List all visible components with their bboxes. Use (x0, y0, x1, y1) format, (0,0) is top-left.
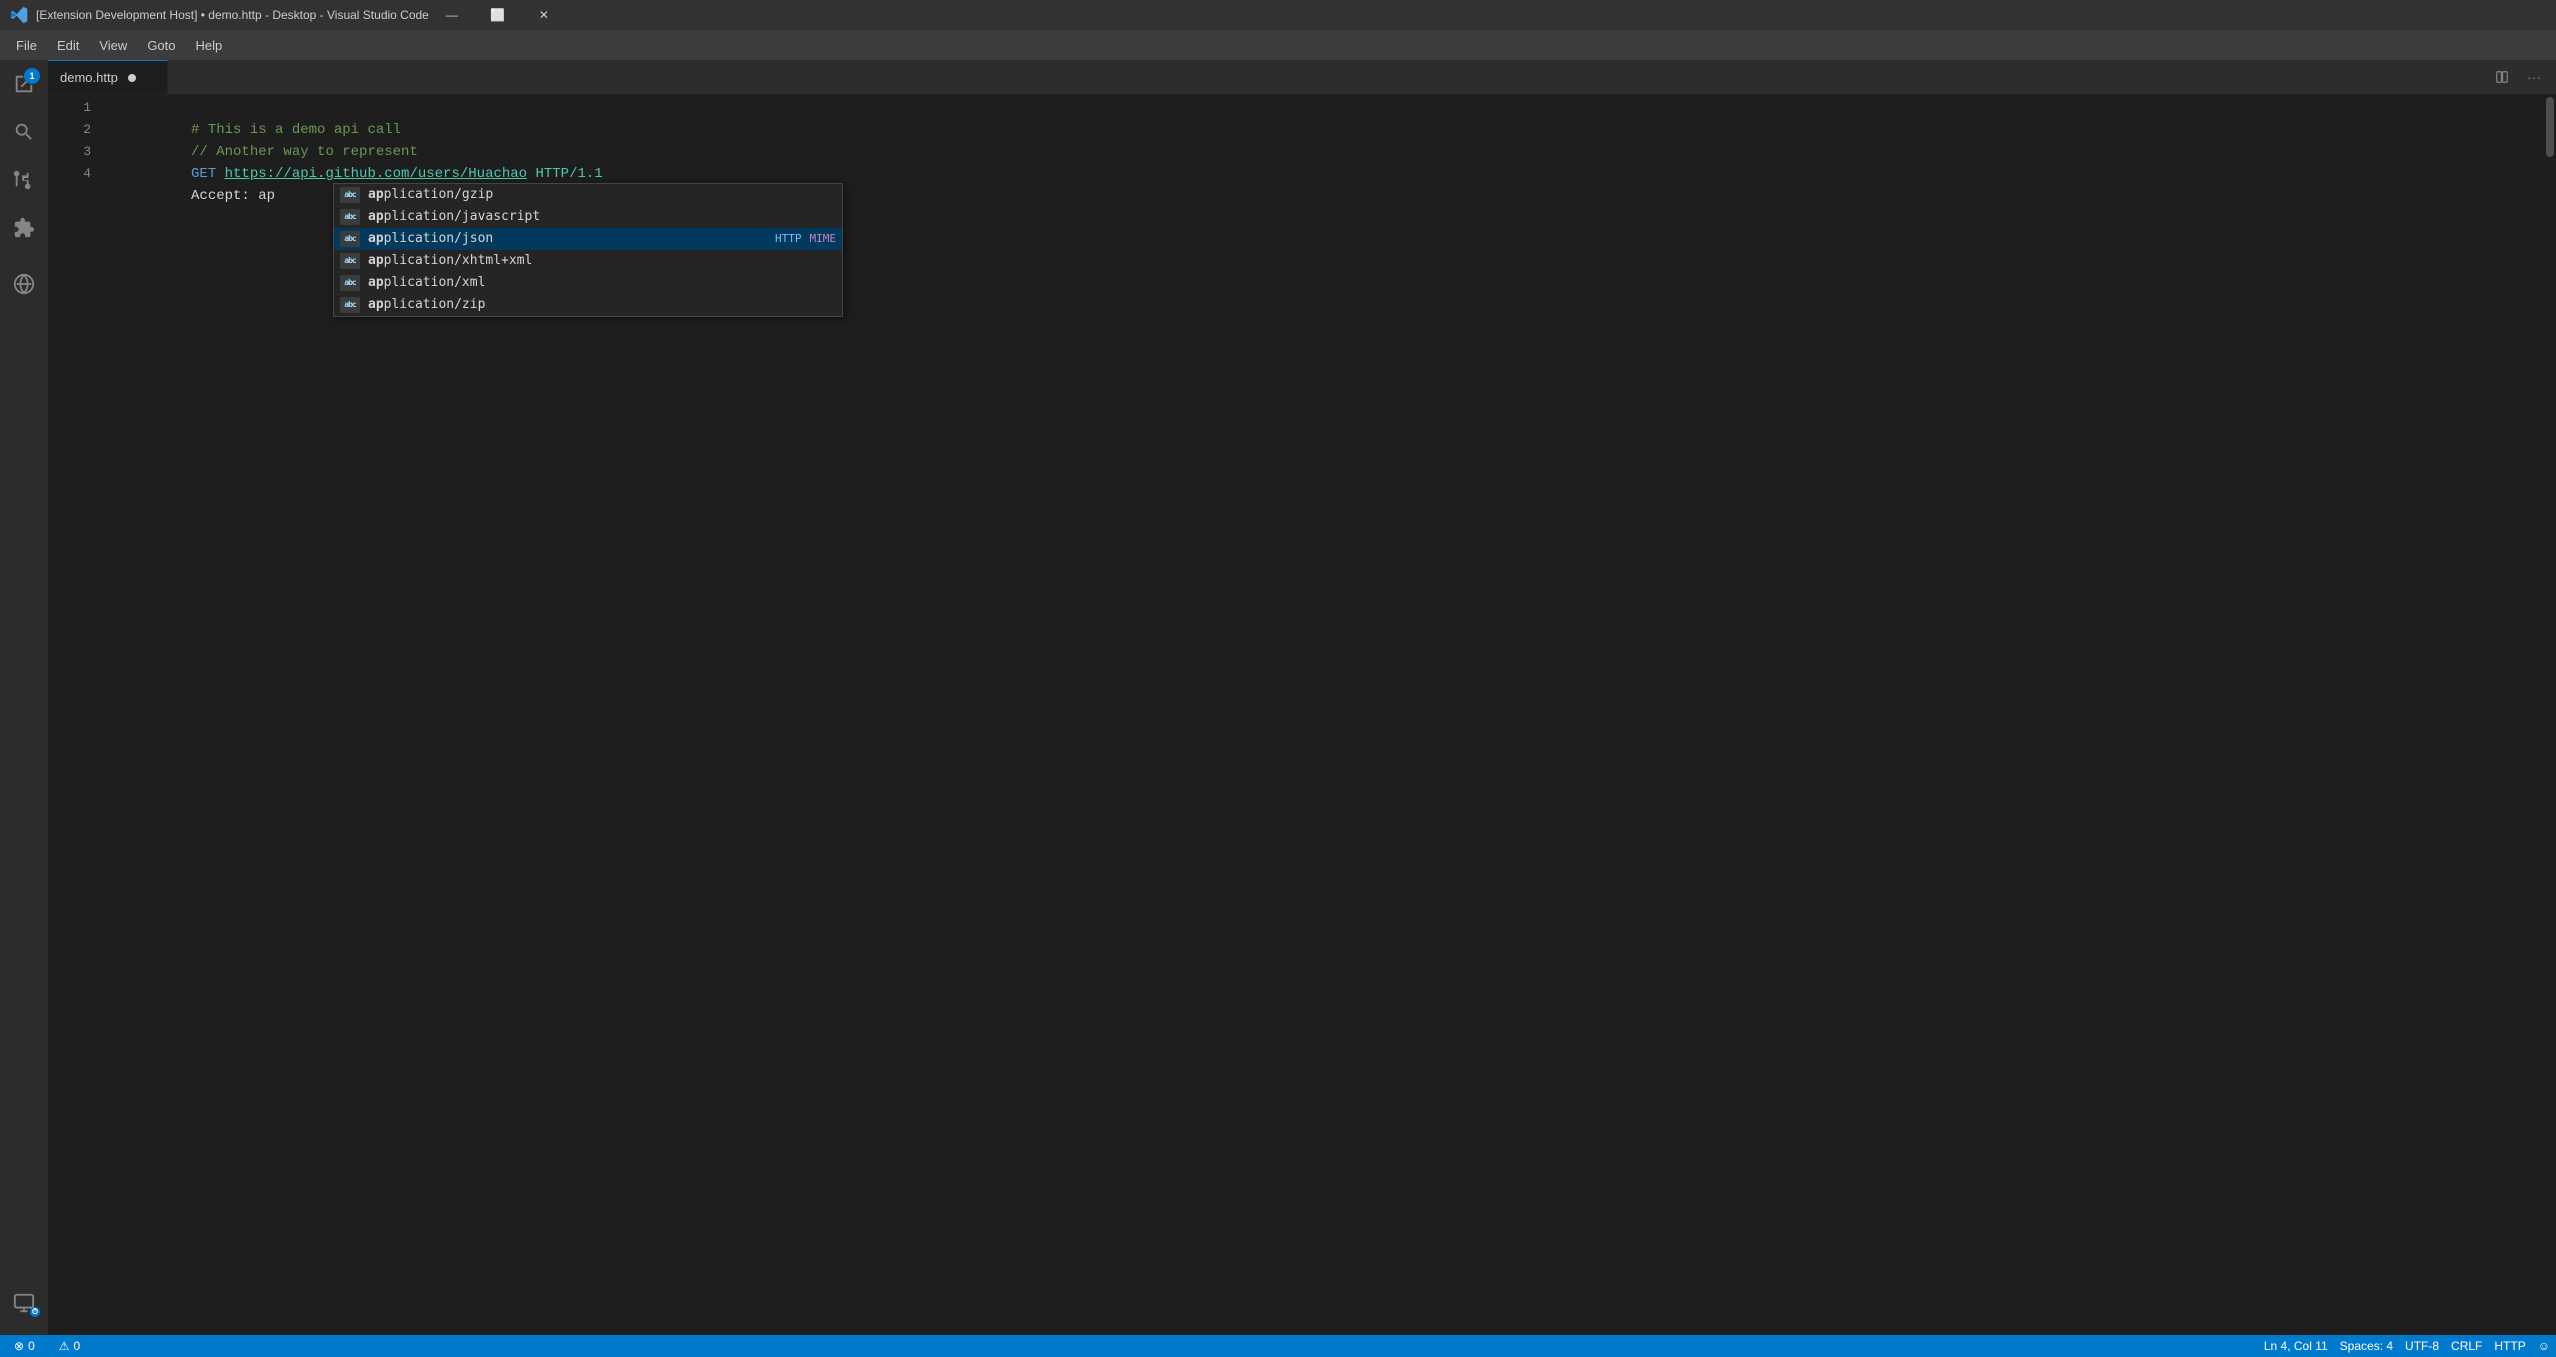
autocomplete-icon-2: abc (340, 231, 360, 247)
activity-search[interactable] (0, 108, 48, 156)
scrollbar-thumb[interactable] (2546, 97, 2554, 157)
line-number-4: 4 (48, 163, 91, 185)
encoding-text: UTF-8 (2405, 1339, 2439, 1353)
autocomplete-item-2[interactable]: abc application/json HTTP MIME (334, 228, 842, 250)
spaces-text: Spaces: 4 (2340, 1339, 2393, 1353)
tab-demo-http[interactable]: demo.http (48, 60, 168, 94)
autocomplete-type-http: HTTP (775, 228, 802, 250)
code-line-2: // Another way to represent (103, 119, 2544, 141)
minimize-button[interactable]: — (429, 0, 475, 30)
warnings-icon: ⚠ (59, 1339, 70, 1353)
activity-bar: 1 (0, 60, 48, 1335)
match-1: ap (368, 209, 384, 224)
code-line-1: # This is a demo api call (103, 97, 2544, 119)
line-number-1: 1 (48, 97, 91, 119)
menu-view[interactable]: View (89, 30, 137, 60)
status-language[interactable]: HTTP (2488, 1335, 2531, 1357)
tab-actions: ··· (2488, 60, 2556, 94)
autocomplete-dropdown: abc application/gzip abc application/jav… (333, 183, 843, 317)
autocomplete-text-3: application/xhtml+xml (368, 250, 836, 272)
line-number-3: 3 (48, 141, 91, 163)
line2-comment: // Another way to represent (191, 144, 418, 160)
autocomplete-text-2: application/json (368, 228, 767, 250)
more-actions-button[interactable]: ··· (2520, 63, 2548, 91)
tab-bar: demo.http ··· (48, 60, 2556, 95)
status-eol[interactable]: CRLF (2445, 1335, 2488, 1357)
autocomplete-text-4: application/xml (368, 272, 836, 294)
line-numbers: 1 2 3 4 (48, 95, 103, 1335)
editor-area: demo.http ··· 1 2 3 4 (48, 60, 2556, 1335)
line3-version: HTTP/1.1 (527, 166, 603, 182)
status-warnings[interactable]: ⚠ 0 (53, 1335, 86, 1357)
status-right: Ln 4, Col 11 Spaces: 4 UTF-8 CRLF HTTP ☺ (2258, 1335, 2556, 1357)
autocomplete-text-0: application/gzip (368, 184, 836, 206)
status-left: ⊗ 0 ⚠ 0 (0, 1335, 86, 1357)
autocomplete-text-1: application/javascript (368, 206, 836, 228)
line-number-2: 2 (48, 119, 91, 141)
activity-remote-explorer[interactable]: ⏱ (0, 1279, 48, 1327)
errors-count: 0 (28, 1339, 35, 1353)
menu-goto[interactable]: Goto (137, 30, 185, 60)
autocomplete-icon-5: abc (340, 297, 360, 313)
autocomplete-item-0[interactable]: abc application/gzip (334, 184, 842, 206)
status-bar: ⊗ 0 ⚠ 0 Ln 4, Col 11 Spaces: 4 UTF-8 CRL… (0, 1335, 2556, 1357)
status-encoding[interactable]: UTF-8 (2399, 1335, 2445, 1357)
code-line-3: GET https://api.github.com/users/Huachao… (103, 141, 2544, 163)
autocomplete-icon-3: abc (340, 253, 360, 269)
maximize-button[interactable]: ⬜ (475, 0, 521, 30)
autocomplete-icon-4: abc (340, 275, 360, 291)
code-content[interactable]: # This is a demo api call // Another way… (103, 95, 2544, 1335)
language-text: HTTP (2494, 1339, 2525, 1353)
match-5: ap (368, 297, 384, 312)
autocomplete-item-1[interactable]: abc application/javascript (334, 206, 842, 228)
autocomplete-icon-1: abc (340, 209, 360, 225)
tab-label: demo.http (60, 70, 118, 85)
activity-explorer[interactable]: 1 (0, 60, 48, 108)
autocomplete-item-5[interactable]: abc application/zip (334, 294, 842, 316)
match-4: ap (368, 275, 384, 290)
status-feedback[interactable]: ☺ (2532, 1335, 2556, 1357)
position-text: Ln 4, Col 11 (2264, 1339, 2328, 1353)
code-editor[interactable]: 1 2 3 4 # This is a demo api call // Ano… (48, 95, 2556, 1335)
line3-url: https://api.github.com/users/Huachao (225, 166, 527, 182)
tab-modified-dot (128, 74, 136, 82)
menu-edit[interactable]: Edit (47, 30, 89, 60)
activity-remote[interactable] (0, 260, 48, 308)
explorer-badge: 1 (24, 68, 40, 84)
title-bar-text: [Extension Development Host] • demo.http… (36, 8, 429, 22)
status-position[interactable]: Ln 4, Col 11 (2258, 1335, 2334, 1357)
feedback-icon: ☺ (2538, 1339, 2550, 1353)
autocomplete-item-4[interactable]: abc application/xml (334, 272, 842, 294)
warnings-count: 0 (74, 1339, 81, 1353)
autocomplete-item-3[interactable]: abc application/xhtml+xml (334, 250, 842, 272)
autocomplete-type-mime: MIME (810, 228, 837, 250)
match-3: ap (368, 253, 384, 268)
main-layout: 1 (0, 60, 2556, 1335)
autocomplete-icon-0: abc (340, 187, 360, 203)
eol-text: CRLF (2451, 1339, 2482, 1353)
line4-accept: Accept: ap (191, 188, 275, 204)
title-bar: [Extension Development Host] • demo.http… (0, 0, 2556, 30)
activity-bottom: ⏱ (0, 1279, 48, 1335)
activity-extensions[interactable] (0, 204, 48, 252)
editor-scrollbar[interactable] (2544, 95, 2556, 1335)
title-bar-controls: — ⬜ ✕ (429, 0, 567, 30)
line3-method: GET (191, 166, 225, 182)
match-2: ap (368, 231, 384, 246)
vscode-icon (10, 6, 28, 24)
line1-comment: # This is a demo api call (191, 122, 401, 138)
activity-source-control[interactable] (0, 156, 48, 204)
close-button[interactable]: ✕ (521, 0, 567, 30)
status-errors[interactable]: ⊗ 0 (8, 1335, 41, 1357)
status-spaces[interactable]: Spaces: 4 (2334, 1335, 2399, 1357)
split-editor-button[interactable] (2488, 63, 2516, 91)
menu-bar: File Edit View Goto Help (0, 30, 2556, 60)
menu-help[interactable]: Help (186, 30, 233, 60)
menu-file[interactable]: File (6, 30, 47, 60)
errors-icon: ⊗ (14, 1339, 24, 1353)
match-0: ap (368, 187, 384, 202)
autocomplete-text-5: application/zip (368, 294, 836, 316)
